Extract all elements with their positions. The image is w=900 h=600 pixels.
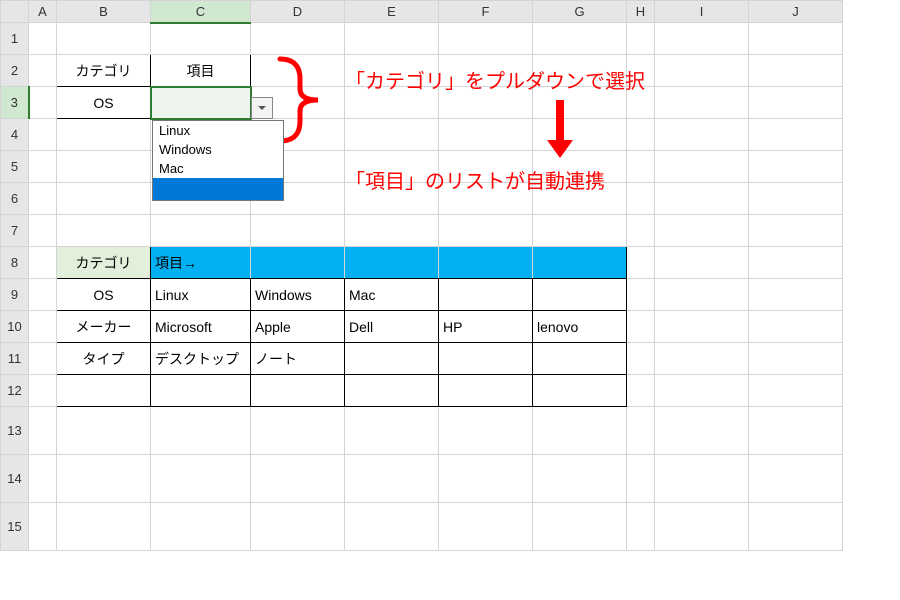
row-header-13[interactable]: 13 [1,407,29,455]
cell-C10[interactable]: Microsoft [151,311,251,343]
row-8: 8 カテゴリ 項目→ [1,247,843,279]
row-9: 9 OS Linux Windows Mac [1,279,843,311]
row-header-7[interactable]: 7 [1,215,29,247]
arrow-down-icon [545,100,575,160]
row-11: 11 タイプ デスクトップ ノート [1,343,843,375]
cell-C8-table-item-header[interactable]: 項目→ [151,247,251,279]
dropdown-list[interactable]: Linux Windows Mac [152,120,284,201]
cell-G11[interactable] [533,343,627,375]
cell-E9[interactable]: Mac [345,279,439,311]
row-header-9[interactable]: 9 [1,279,29,311]
dropdown-option[interactable]: Linux [153,121,283,140]
row-header-2[interactable]: 2 [1,55,29,87]
select-all-corner[interactable] [1,1,29,23]
row-header-6[interactable]: 6 [1,183,29,215]
col-header-H[interactable]: H [627,1,655,23]
cell-B12[interactable] [57,375,151,407]
cell-D8[interactable] [251,247,345,279]
cell-B10[interactable]: メーカー [57,311,151,343]
cell-G10[interactable]: lenovo [533,311,627,343]
row-header-14[interactable]: 14 [1,455,29,503]
row-12: 12 [1,375,843,407]
col-header-J[interactable]: J [749,1,843,23]
row-14: 14 [1,455,843,503]
cell-C11[interactable]: デスクトップ [151,343,251,375]
cell-D10[interactable]: Apple [251,311,345,343]
cell-G8[interactable] [533,247,627,279]
cell-F11[interactable] [439,343,533,375]
col-header-B[interactable]: B [57,1,151,23]
cell-B3-category-value[interactable]: OS [57,87,151,119]
row-header-10[interactable]: 10 [1,311,29,343]
col-header-A[interactable]: A [29,1,57,23]
col-header-G[interactable]: G [533,1,627,23]
row-4: 4 [1,119,843,151]
row-15: 15 [1,503,843,551]
col-header-E[interactable]: E [345,1,439,23]
row-10: 10 メーカー Microsoft Apple Dell HP lenovo [1,311,843,343]
cell-C3-item-value[interactable] [151,87,251,119]
cell-D9[interactable]: Windows [251,279,345,311]
cell-F9[interactable] [439,279,533,311]
row-header-8[interactable]: 8 [1,247,29,279]
col-header-C[interactable]: C [151,1,251,23]
cell-F8[interactable] [439,247,533,279]
cell-E11[interactable] [345,343,439,375]
col-header-D[interactable]: D [251,1,345,23]
cell-D11[interactable]: ノート [251,343,345,375]
row-7: 7 [1,215,843,247]
row-header-15[interactable]: 15 [1,503,29,551]
row-13: 13 [1,407,843,455]
cell-E10[interactable]: Dell [345,311,439,343]
chevron-down-icon [257,103,267,113]
cell-C2-item-header[interactable]: 項目 [151,55,251,87]
dropdown-button[interactable] [251,97,273,119]
row-1: 1 [1,23,843,55]
cell-E12[interactable] [345,375,439,407]
col-header-I[interactable]: I [655,1,749,23]
cell-D12[interactable] [251,375,345,407]
cell-B2-category-header[interactable]: カテゴリ [57,55,151,87]
cell-F12[interactable] [439,375,533,407]
col-header-F[interactable]: F [439,1,533,23]
dropdown-option[interactable]: Windows [153,140,283,159]
row-header-12[interactable]: 12 [1,375,29,407]
cell-G12[interactable] [533,375,627,407]
annotation-text-2: 「項目」のリストが自動連携 [345,165,605,194]
row-header-4[interactable]: 4 [1,119,29,151]
dropdown-option[interactable]: Mac [153,159,283,178]
spreadsheet-view: A B C D E F G H I J 1 2 カテゴリ 項目 3 OS 4 5 [0,0,900,600]
row-header-1[interactable]: 1 [1,23,29,55]
annotation-text-1: 「カテゴリ」をプルダウンで選択 [345,65,645,94]
row-header-3[interactable]: 3 [1,87,29,119]
cell-C9[interactable]: Linux [151,279,251,311]
cell-B9[interactable]: OS [57,279,151,311]
cell-F10[interactable]: HP [439,311,533,343]
cell-E8[interactable] [345,247,439,279]
column-header-row: A B C D E F G H I J [1,1,843,23]
row-header-5[interactable]: 5 [1,151,29,183]
dropdown-option-highlighted[interactable] [153,178,283,200]
row-header-11[interactable]: 11 [1,343,29,375]
cell-C12[interactable] [151,375,251,407]
cell-B11[interactable]: タイプ [57,343,151,375]
cell-B8-table-cat-header[interactable]: カテゴリ [57,247,151,279]
cell-G9[interactable] [533,279,627,311]
